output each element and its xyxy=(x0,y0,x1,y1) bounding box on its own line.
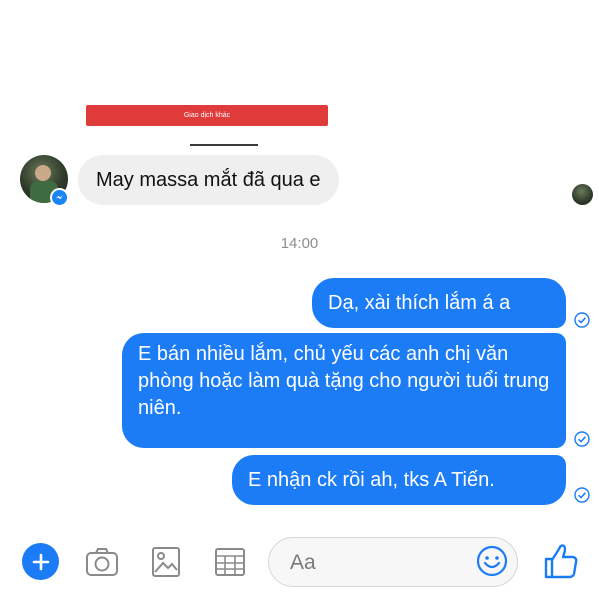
messenger-icon xyxy=(50,188,69,207)
check-icon xyxy=(574,431,590,447)
outgoing-message[interactable]: E nhận ck rồi ah, tks A Tiến. xyxy=(232,455,566,505)
message-timestamp: 14:00 xyxy=(280,235,319,252)
like-icon[interactable] xyxy=(543,541,579,581)
seen-avatar xyxy=(572,184,593,205)
plus-icon[interactable] xyxy=(22,543,59,580)
card-divider xyxy=(190,144,258,146)
check-icon xyxy=(574,312,590,328)
transaction-button[interactable]: Giao dịch khác xyxy=(86,105,328,126)
gallery-icon[interactable] xyxy=(148,544,184,580)
camera-icon[interactable] xyxy=(84,544,120,580)
outgoing-message[interactable]: E bán nhiều lắm, chủ yếu các anh chị văn… xyxy=(122,333,566,448)
message-input-placeholder: Aa xyxy=(290,551,316,574)
gif-icon[interactable] xyxy=(212,544,248,580)
check-icon xyxy=(574,487,590,503)
incoming-message[interactable]: May massa mắt đã qua e xyxy=(78,155,339,205)
emoji-icon[interactable] xyxy=(476,545,508,577)
outgoing-message[interactable]: Dạ, xài thích lắm á a xyxy=(312,278,566,328)
